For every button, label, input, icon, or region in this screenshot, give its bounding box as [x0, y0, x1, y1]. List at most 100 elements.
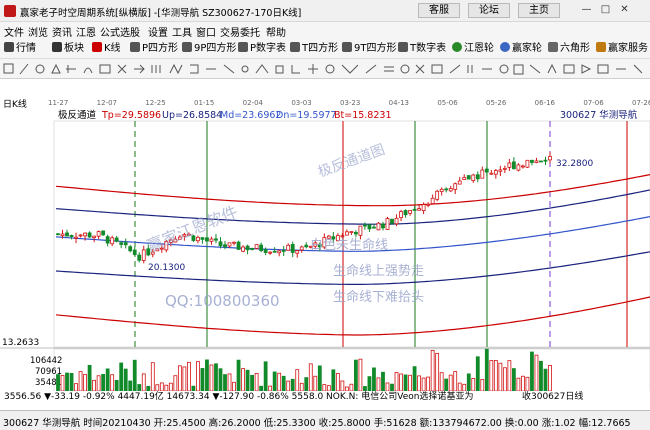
- tool-service[interactable]: 赢家服务: [596, 41, 648, 56]
- maximize-icon[interactable]: □: [597, 3, 614, 18]
- menu-trade[interactable]: 交易委托: [220, 24, 260, 39]
- volume-bar: [223, 374, 227, 392]
- candle-body: [78, 234, 83, 237]
- stock-label: 300627 华测导航: [560, 109, 638, 121]
- slash-tool-icon[interactable]: [529, 64, 541, 74]
- tool-hexagon[interactable]: 六角形: [548, 41, 590, 56]
- watermark-indicator: 极反通道图: [316, 142, 387, 181]
- bracket-tool-icon[interactable]: [190, 64, 199, 74]
- tool-sectors[interactable]: 板块: [52, 41, 84, 56]
- forum-button[interactable]: 论坛: [468, 3, 510, 18]
- zigzag-tool-icon[interactable]: [169, 63, 183, 75]
- square-tool-icon[interactable]: [275, 65, 284, 74]
- menu-gann[interactable]: 江恩: [76, 24, 96, 39]
- volume-bar: [132, 359, 137, 392]
- tool-9p-square[interactable]: 9P四方形: [182, 41, 236, 56]
- volume-bar: [295, 369, 300, 392]
- drawing-tools-strip[interactable]: [0, 59, 650, 79]
- plus-tool-icon[interactable]: [308, 64, 318, 74]
- diag-tool-icon[interactable]: [633, 64, 643, 74]
- tool-kline[interactable]: K线: [92, 41, 121, 56]
- candle-body: [236, 241, 241, 250]
- gann-circle-tool-icon[interactable]: [325, 64, 335, 74]
- tool-t-square[interactable]: T四方形: [290, 41, 338, 56]
- date-label: 06-16: [535, 99, 556, 107]
- menu-formula-select[interactable]: 公式选股: [100, 24, 140, 39]
- tool-p-square[interactable]: P四方形: [130, 41, 178, 56]
- candle-body: [65, 232, 69, 237]
- panel-tool-icon[interactable]: [563, 64, 575, 74]
- arrow-tool-icon[interactable]: [134, 64, 145, 74]
- menu-settings[interactable]: 设置: [148, 24, 168, 39]
- candle-body: [489, 172, 494, 175]
- cross-tool-icon[interactable]: [66, 65, 76, 73]
- volume-bar: [299, 382, 304, 392]
- home-button[interactable]: 主页: [518, 3, 560, 18]
- hexagon-icon: [548, 42, 558, 52]
- candle-body: [435, 190, 440, 200]
- volume-bar: [196, 361, 200, 392]
- v-tool-icon[interactable]: [341, 64, 359, 74]
- wave-tool-icon[interactable]: [255, 64, 269, 74]
- x-tool-icon[interactable]: [117, 64, 127, 74]
- close-icon[interactable]: ✕: [616, 3, 633, 18]
- target-tool-icon[interactable]: [499, 64, 509, 74]
- select-tool-icon[interactable]: [3, 63, 14, 74]
- service-icon: [596, 42, 606, 52]
- candle-body: [205, 237, 209, 242]
- volume-bar: [209, 364, 214, 392]
- volume-bar: [92, 379, 97, 392]
- play-tool-icon[interactable]: [581, 64, 592, 74]
- menu-news[interactable]: 资讯: [52, 24, 72, 39]
- service-button[interactable]: 客服: [418, 3, 460, 18]
- peak-tool-icon[interactable]: [547, 63, 557, 74]
- line-tool-icon[interactable]: [19, 63, 29, 75]
- volume-bar: [466, 373, 471, 392]
- bt-value: Bt=15.8231: [334, 110, 392, 121]
- candle-body: [263, 249, 268, 253]
- rect-tool-icon[interactable]: [99, 64, 111, 74]
- frame-tool-icon[interactable]: [513, 64, 524, 75]
- tool-gann-wheel[interactable]: 江恩轮: [452, 41, 494, 56]
- menu-window[interactable]: 窗口: [196, 24, 216, 39]
- circle-tool-icon[interactable]: [35, 64, 45, 74]
- fan-tool-icon[interactable]: [365, 64, 377, 74]
- tool-winner-wheel[interactable]: 赢家轮: [500, 41, 542, 56]
- dot-tool-icon[interactable]: [241, 65, 249, 73]
- menu-tools[interactable]: 工具: [172, 24, 192, 39]
- tool-t-table[interactable]: T数字表: [398, 41, 446, 56]
- volume-bar: [96, 375, 101, 392]
- kline-chart[interactable]: 日K线 11-27 12-07 12-25 01-15 02-04 03-03 03-23 0…: [0, 97, 650, 410]
- bars-tool-icon[interactable]: [151, 65, 161, 73]
- arc-tool-icon[interactable]: [83, 67, 93, 74]
- cycle-tool-icon[interactable]: [400, 64, 410, 74]
- candle-body: [363, 224, 367, 227]
- window-tool-icon[interactable]: [597, 64, 609, 74]
- menu-file[interactable]: 文件: [4, 24, 24, 39]
- tool-quotes[interactable]: 行情: [4, 41, 36, 56]
- grid-icon: [4, 42, 14, 52]
- volume-bar: [349, 383, 354, 392]
- channel-up: [55, 189, 650, 225]
- menu-help[interactable]: 帮助: [266, 24, 286, 39]
- box-tool-icon[interactable]: [431, 64, 443, 74]
- parallel-tool-icon[interactable]: [384, 66, 394, 72]
- tool-p-table[interactable]: P数字表: [238, 41, 286, 56]
- angle-tool-icon[interactable]: [291, 65, 300, 74]
- minimize-icon[interactable]: —: [578, 3, 595, 18]
- menu-browse[interactable]: 浏览: [28, 24, 48, 39]
- trend-tool-icon[interactable]: [449, 64, 461, 74]
- delete-tool-icon[interactable]: [415, 64, 425, 74]
- volume-bar: [376, 377, 381, 392]
- volume-bar: [245, 369, 250, 392]
- candle-body: [214, 238, 218, 241]
- triangle-tool-icon[interactable]: [51, 63, 61, 74]
- volume-bar: [539, 360, 543, 392]
- volume-bar: [317, 365, 322, 392]
- candle-body: [87, 232, 92, 238]
- status-bar: 300627 华测导航 时间20210430 开:25.4500 高:26.20…: [0, 410, 650, 430]
- volume-bar: [65, 372, 69, 392]
- tool-9t-square[interactable]: 9T四方形: [342, 41, 396, 56]
- ray-tool-icon[interactable]: [223, 64, 235, 74]
- split-tool-icon[interactable]: [467, 65, 473, 73]
